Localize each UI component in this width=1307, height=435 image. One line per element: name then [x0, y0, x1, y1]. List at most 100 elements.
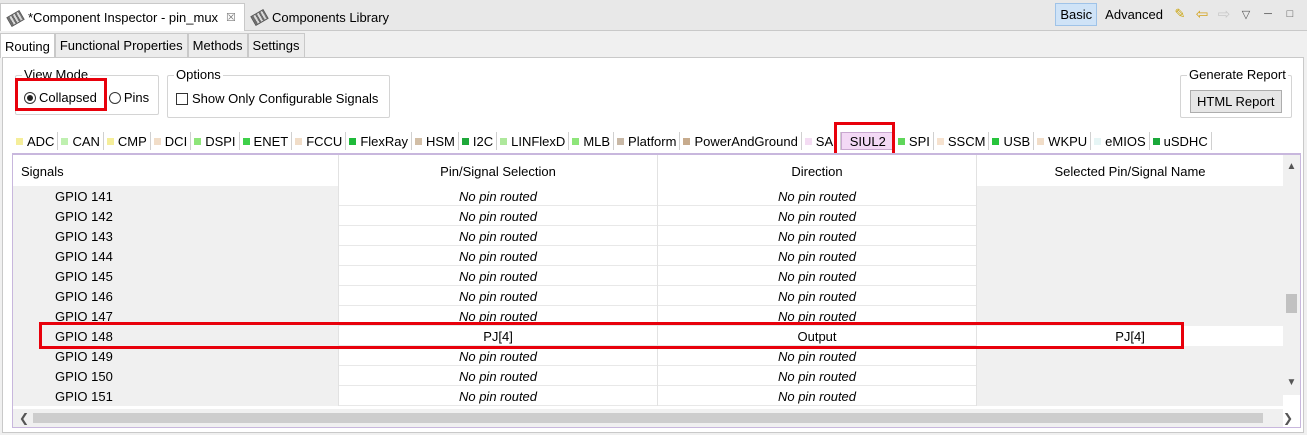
new-note-icon[interactable]: ✎	[1171, 5, 1189, 23]
tab-settings[interactable]: Settings	[247, 33, 305, 57]
category-hsm[interactable]: HSM	[412, 132, 459, 150]
scroll-thumb[interactable]	[1286, 294, 1297, 313]
category-powerandground[interactable]: PowerAndGround	[680, 132, 802, 150]
category-color-swatch	[936, 137, 944, 145]
html-report-button[interactable]: HTML Report	[1190, 90, 1282, 113]
highlight-gpio-148-row	[39, 322, 1184, 349]
signals-table: Signals Pin/Signal Selection Direction S…	[12, 153, 1301, 428]
category-label: SPI	[908, 133, 930, 149]
table-row[interactable]: GPIO 149 No pin routed No pin routed	[13, 346, 1283, 366]
show-only-configurable-checkbox[interactable]: Show Only Configurable Signals	[176, 91, 378, 106]
pin-selection-cell[interactable]: No pin routed	[339, 266, 658, 286]
category-cmp[interactable]: CMP	[104, 132, 151, 150]
pin-selection-cell[interactable]: No pin routed	[339, 186, 658, 206]
selected-name-cell	[977, 226, 1283, 246]
category-mlb[interactable]: MLB	[569, 132, 615, 150]
category-enet[interactable]: ENET	[240, 132, 293, 150]
forward-arrow-icon[interactable]: ⇨	[1215, 5, 1233, 23]
table-row[interactable]: GPIO 144 No pin routed No pin routed	[13, 246, 1283, 266]
col-header-pin-selection[interactable]: Pin/Signal Selection	[339, 155, 658, 187]
tab-methods[interactable]: Methods	[187, 33, 248, 57]
table-row[interactable]: GPIO 145 No pin routed No pin routed	[13, 266, 1283, 286]
category-dci[interactable]: DCI	[151, 132, 192, 150]
category-dspi[interactable]: DSPI	[191, 132, 240, 150]
category-label: PowerAndGround	[694, 133, 798, 149]
table-row[interactable]: GPIO 146 No pin routed No pin routed	[13, 286, 1283, 306]
close-icon[interactable]: ☒	[226, 11, 236, 24]
category-flexray[interactable]: FlexRay	[346, 132, 412, 150]
table-row[interactable]: GPIO 150 No pin routed No pin routed	[13, 366, 1283, 386]
scroll-left-icon[interactable]: ❮	[19, 411, 29, 425]
category-label: uSDHC	[1163, 133, 1208, 149]
category-platform[interactable]: Platform	[614, 132, 681, 150]
selected-name-cell	[977, 186, 1283, 206]
category-can[interactable]: CAN	[58, 132, 104, 150]
view-menu-icon[interactable]: ▽	[1237, 5, 1255, 23]
minimize-icon[interactable]: ─	[1259, 5, 1277, 23]
category-color-swatch	[500, 137, 508, 145]
category-label: LINFlexD	[511, 133, 566, 149]
category-i2c[interactable]: I2C	[459, 132, 498, 150]
selected-name-cell	[977, 246, 1283, 266]
horizontal-scrollbar[interactable]: ❮ ❯	[13, 409, 1293, 427]
tab-functional-properties[interactable]: Functional Properties	[54, 33, 188, 57]
maximize-icon[interactable]: □	[1281, 5, 1299, 23]
category-linflexd[interactable]: LINFlexD	[497, 132, 570, 150]
basic-mode-button[interactable]: Basic	[1055, 2, 1098, 26]
category-sscm[interactable]: SSCM	[934, 132, 990, 150]
scroll-thumb-horizontal[interactable]	[33, 413, 1263, 423]
category-label: FCCU	[306, 133, 343, 149]
back-arrow-icon[interactable]: ⇦	[1193, 5, 1211, 23]
category-label: CAN	[72, 133, 100, 149]
category-label: CMP	[117, 133, 147, 149]
pin-selection-cell[interactable]: No pin routed	[339, 366, 658, 386]
category-color-swatch	[415, 137, 422, 145]
advanced-mode-button[interactable]: Advanced	[1101, 4, 1167, 25]
pins-radio[interactable]: Pins	[108, 90, 149, 105]
scroll-down-icon[interactable]: ▼	[1283, 377, 1300, 393]
category-label: SSCM	[947, 133, 986, 149]
category-color-swatch	[106, 137, 114, 145]
signal-cell: GPIO 143	[13, 226, 339, 246]
direction-cell: No pin routed	[658, 206, 977, 226]
col-header-signals[interactable]: Signals	[13, 155, 339, 187]
tab-component-inspector[interactable]: *Component Inspector - pin_mux ☒	[0, 3, 245, 31]
category-usdhc[interactable]: uSDHC	[1150, 132, 1212, 150]
table-row[interactable]: GPIO 141 No pin routed No pin routed	[13, 186, 1283, 206]
tab-label: *Component Inspector - pin_mux	[28, 10, 219, 25]
col-header-selected-name[interactable]: Selected Pin/Signal Name	[977, 155, 1283, 187]
category-fccu[interactable]: FCCU	[292, 132, 347, 150]
component-icon	[7, 11, 23, 25]
tab-components-library[interactable]: Components Library	[245, 3, 405, 31]
table-row[interactable]: GPIO 151 No pin routed No pin routed	[13, 386, 1283, 406]
scroll-up-icon[interactable]: ▲	[1283, 161, 1300, 177]
category-spi[interactable]: SPI	[895, 132, 934, 150]
pin-selection-cell[interactable]: No pin routed	[339, 246, 658, 266]
pin-selection-cell[interactable]: No pin routed	[339, 346, 658, 366]
category-filter-bar: ADC CAN CMP DCI DSPI ENET FCCU FlexRay HSM I2C LIN…	[13, 132, 1212, 150]
scroll-right-icon[interactable]: ❯	[1283, 411, 1293, 425]
category-color-swatch	[683, 137, 691, 145]
table-row[interactable]: GPIO 142 No pin routed No pin routed	[13, 206, 1283, 226]
category-usb[interactable]: USB	[989, 132, 1035, 150]
category-wkpu[interactable]: WKPU	[1034, 132, 1092, 150]
direction-cell: No pin routed	[658, 266, 977, 286]
pin-selection-cell[interactable]: No pin routed	[339, 226, 658, 246]
pin-selection-cell[interactable]: No pin routed	[339, 386, 658, 406]
tab-routing[interactable]: Routing	[0, 33, 55, 58]
category-label: HSM	[426, 133, 455, 149]
selected-name-cell	[977, 206, 1283, 226]
pin-selection-cell[interactable]: No pin routed	[339, 206, 658, 226]
category-color-swatch	[461, 137, 469, 145]
category-color-swatch	[804, 137, 812, 145]
category-adc[interactable]: ADC	[13, 132, 59, 150]
signal-cell: GPIO 146	[13, 286, 339, 306]
category-label: ADC	[27, 133, 55, 149]
pin-selection-cell[interactable]: No pin routed	[339, 286, 658, 306]
radio-icon	[108, 91, 121, 104]
table-row[interactable]: GPIO 143 No pin routed No pin routed	[13, 226, 1283, 246]
col-header-direction[interactable]: Direction	[658, 155, 977, 187]
editor-tab-bar: *Component Inspector - pin_mux ☒ Compone…	[0, 0, 1307, 31]
category-emios[interactable]: eMIOS	[1091, 132, 1150, 150]
vertical-scrollbar[interactable]: ▲ ▼	[1283, 155, 1300, 395]
